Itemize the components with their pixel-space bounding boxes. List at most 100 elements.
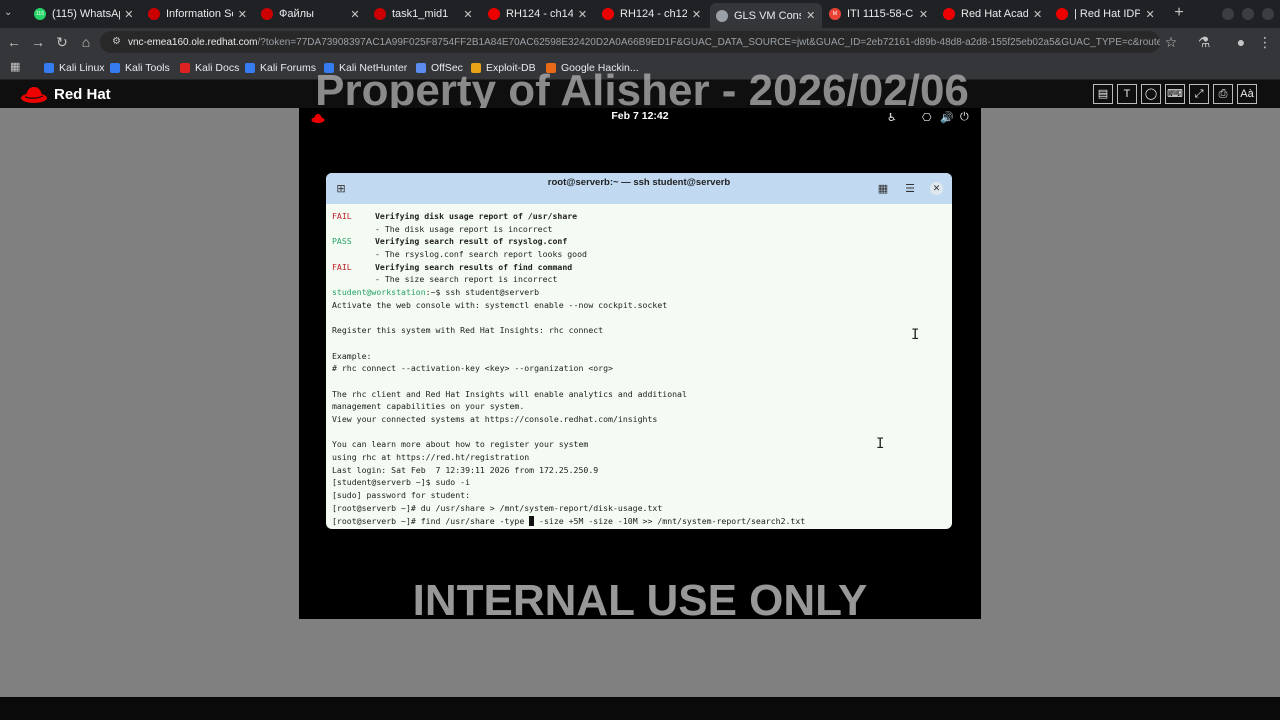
power-cycle-icon[interactable]: ◯: [1141, 84, 1161, 104]
tab-label: RH124 - ch14s: [506, 8, 574, 20]
mouse-ibeam-cursor-icon: I: [911, 327, 920, 343]
tab-label: Red Hat Acade: [961, 8, 1029, 20]
tab-label: (115) WhatsApp: [52, 8, 120, 20]
bottom-bar: [0, 697, 1280, 720]
tab-close-icon[interactable]: ✕: [577, 8, 588, 21]
tab-9[interactable]: | Red Hat IDP ✕: [1050, 3, 1162, 25]
tab-label: | Red Hat IDP: [1074, 8, 1141, 20]
terminal-line: FAIL Verifying disk usage report of /usr/…: [332, 210, 948, 223]
tab-3[interactable]: task1_mid1 ✕: [368, 3, 480, 25]
terminal-line: PASS Verifying search result of rsyslog.c…: [332, 235, 948, 248]
home-icon[interactable]: ⌂: [77, 33, 95, 51]
labs-flask-icon[interactable]: ⚗: [1195, 33, 1213, 51]
menu-kebab-icon[interactable]: ⋮: [1256, 33, 1274, 51]
text-icon[interactable]: T: [1117, 84, 1137, 104]
site-info-icon[interactable]: ⚙: [112, 37, 122, 47]
fullscreen-icon[interactable]: ⤢: [1189, 84, 1209, 104]
address-bar[interactable]: vnc-emea160.ole.redhat.com /?token=77DA7…: [100, 31, 1160, 53]
tab-label: Файлы: [279, 8, 314, 20]
tab-favicon-icon: [716, 9, 728, 22]
tab-close-icon[interactable]: ✕: [918, 8, 929, 21]
check-text: - The rsyslog.conf search report looks g…: [375, 249, 587, 260]
terminal-line: - The disk usage report is incorrect: [332, 223, 948, 236]
tab-favicon-icon: [148, 8, 160, 20]
tab-6[interactable]: GLS VM Conso ✕: [710, 3, 822, 28]
terminal-line: View your connected systems at https://c…: [332, 413, 948, 426]
network-icon[interactable]: ⎔: [922, 111, 932, 124]
vm-clock[interactable]: Feb 7 12:42: [299, 110, 981, 122]
new-tab-button[interactable]: +: [1170, 4, 1188, 22]
tab-search-icon[interactable]: ⌄: [4, 7, 12, 18]
terminal-text: Register this system with Red Hat Insigh…: [332, 325, 604, 336]
command-after-cursor: -size +5M -size -10M >> /mnt/system-repo…: [534, 515, 806, 526]
terminal-text: You can learn more about how to register…: [332, 439, 589, 450]
hamburger-menu-icon[interactable]: ☰: [903, 182, 917, 196]
volume-icon[interactable]: 🔊: [940, 111, 954, 124]
bookmark-star-icon[interactable]: ☆: [1162, 33, 1180, 51]
terminal-line: # rhc connect --activation-key <key> --o…: [332, 362, 948, 375]
tab-label: RH124 - ch12s: [620, 8, 688, 20]
prompt-command: :~$ ssh student@serverb: [425, 287, 540, 298]
url-host: vnc-emea160.ole.redhat.com: [128, 36, 258, 48]
tab-5[interactable]: RH124 - ch12s ✕: [596, 3, 708, 25]
tab-favicon-icon: [1056, 8, 1068, 20]
tab-close-icon[interactable]: ✕: [1144, 8, 1156, 21]
tab-4[interactable]: RH124 - ch14s ✕: [482, 3, 594, 25]
maximize-button[interactable]: [1242, 8, 1254, 20]
terminal-text: The rhc client and Red Hat Insights will…: [332, 388, 687, 399]
terminal-title: root@serverb:~ — ssh student@serverb: [547, 177, 731, 188]
tab-8[interactable]: Red Hat Acade ✕: [937, 3, 1049, 25]
keyboard-icon[interactable]: ⌨: [1165, 84, 1185, 104]
mouse-ibeam-cursor-icon-2: I: [876, 436, 885, 452]
check-text: Verifying search result of rsyslog.conf: [375, 236, 568, 247]
tab-close-icon[interactable]: ✕: [1032, 8, 1043, 21]
terminal-line: [root@serverb ~]# du /usr/share > /mnt/s…: [332, 502, 948, 515]
minimize-button[interactable]: [1222, 8, 1234, 20]
accessibility-icon[interactable]: ♿: [887, 111, 897, 124]
tab-close-icon[interactable]: ✕: [124, 8, 134, 21]
screenshot-icon[interactable]: ⎙: [1213, 84, 1233, 104]
terminal-line: Example:: [332, 350, 948, 363]
terminal-text: [root@serverb ~]# du /usr/share > /mnt/s…: [332, 502, 663, 513]
tab-7[interactable]: M ITI 1115-58-Ch ✕: [823, 3, 935, 25]
terminal-text: # rhc connect --activation-key <key> --o…: [332, 363, 613, 374]
terminal-text: using rhc at https://red.ht/registration: [332, 452, 530, 463]
terminal-line: [student@serverb ~]$ sudo -i: [332, 476, 948, 489]
tab-close-icon[interactable]: ✕: [462, 8, 474, 21]
tab-favicon-icon: [374, 8, 386, 20]
terminal-text: Example:: [332, 350, 372, 361]
tab-favicon-icon: [488, 8, 500, 20]
close-window-button[interactable]: [1262, 8, 1274, 20]
tab-1[interactable]: Information Se ✕: [142, 3, 254, 25]
terminal-close-icon[interactable]: ✕: [930, 182, 943, 195]
check-status: PASS: [332, 236, 352, 247]
terminal-text: [sudo] password for student:: [332, 490, 471, 501]
profile-icon[interactable]: ●: [1232, 33, 1250, 51]
tab-favicon-icon: M: [829, 8, 841, 20]
language-icon[interactable]: Aà: [1237, 84, 1257, 104]
watermark-bottom: INTERNAL USE ONLY: [412, 576, 868, 625]
tab-2[interactable]: Файлы ✕: [255, 3, 367, 25]
check-text: Verifying search results of find command: [375, 261, 573, 272]
tab-close-icon[interactable]: ✕: [237, 8, 248, 21]
tab-0[interactable]: 115 (115) WhatsApp ✕: [28, 3, 140, 25]
power-icon[interactable]: ⏻: [960, 111, 969, 124]
forward-icon[interactable]: →: [29, 33, 47, 51]
check-status: FAIL: [332, 211, 352, 221]
reload-icon[interactable]: ↻: [53, 33, 71, 51]
tab-close-icon[interactable]: ✕: [349, 8, 361, 21]
tab-favicon-icon: [943, 8, 955, 20]
tab-close-icon[interactable]: ✕: [691, 8, 702, 21]
command-before-cursor: [root@serverb ~]# find /usr/share -type: [332, 515, 530, 526]
terminal-text: Last login: Sat Feb 7 12:39:11 2026 from…: [332, 464, 599, 475]
back-icon[interactable]: ←: [5, 33, 23, 51]
clipboard-icon[interactable]: ▤: [1093, 84, 1113, 104]
terminal-line: management capabilities on your system.: [332, 400, 948, 413]
tab-overview-icon[interactable]: ▦: [876, 182, 890, 196]
terminal-text: management capabilities on your system.: [332, 401, 525, 412]
tab-close-icon[interactable]: ✕: [805, 9, 816, 22]
terminal-output[interactable]: FAIL Verifying disk usage report of /usr/…: [332, 210, 948, 527]
terminal-line: Register this system with Red Hat Insigh…: [332, 324, 948, 337]
terminal-line: You can learn more about how to register…: [332, 438, 948, 451]
